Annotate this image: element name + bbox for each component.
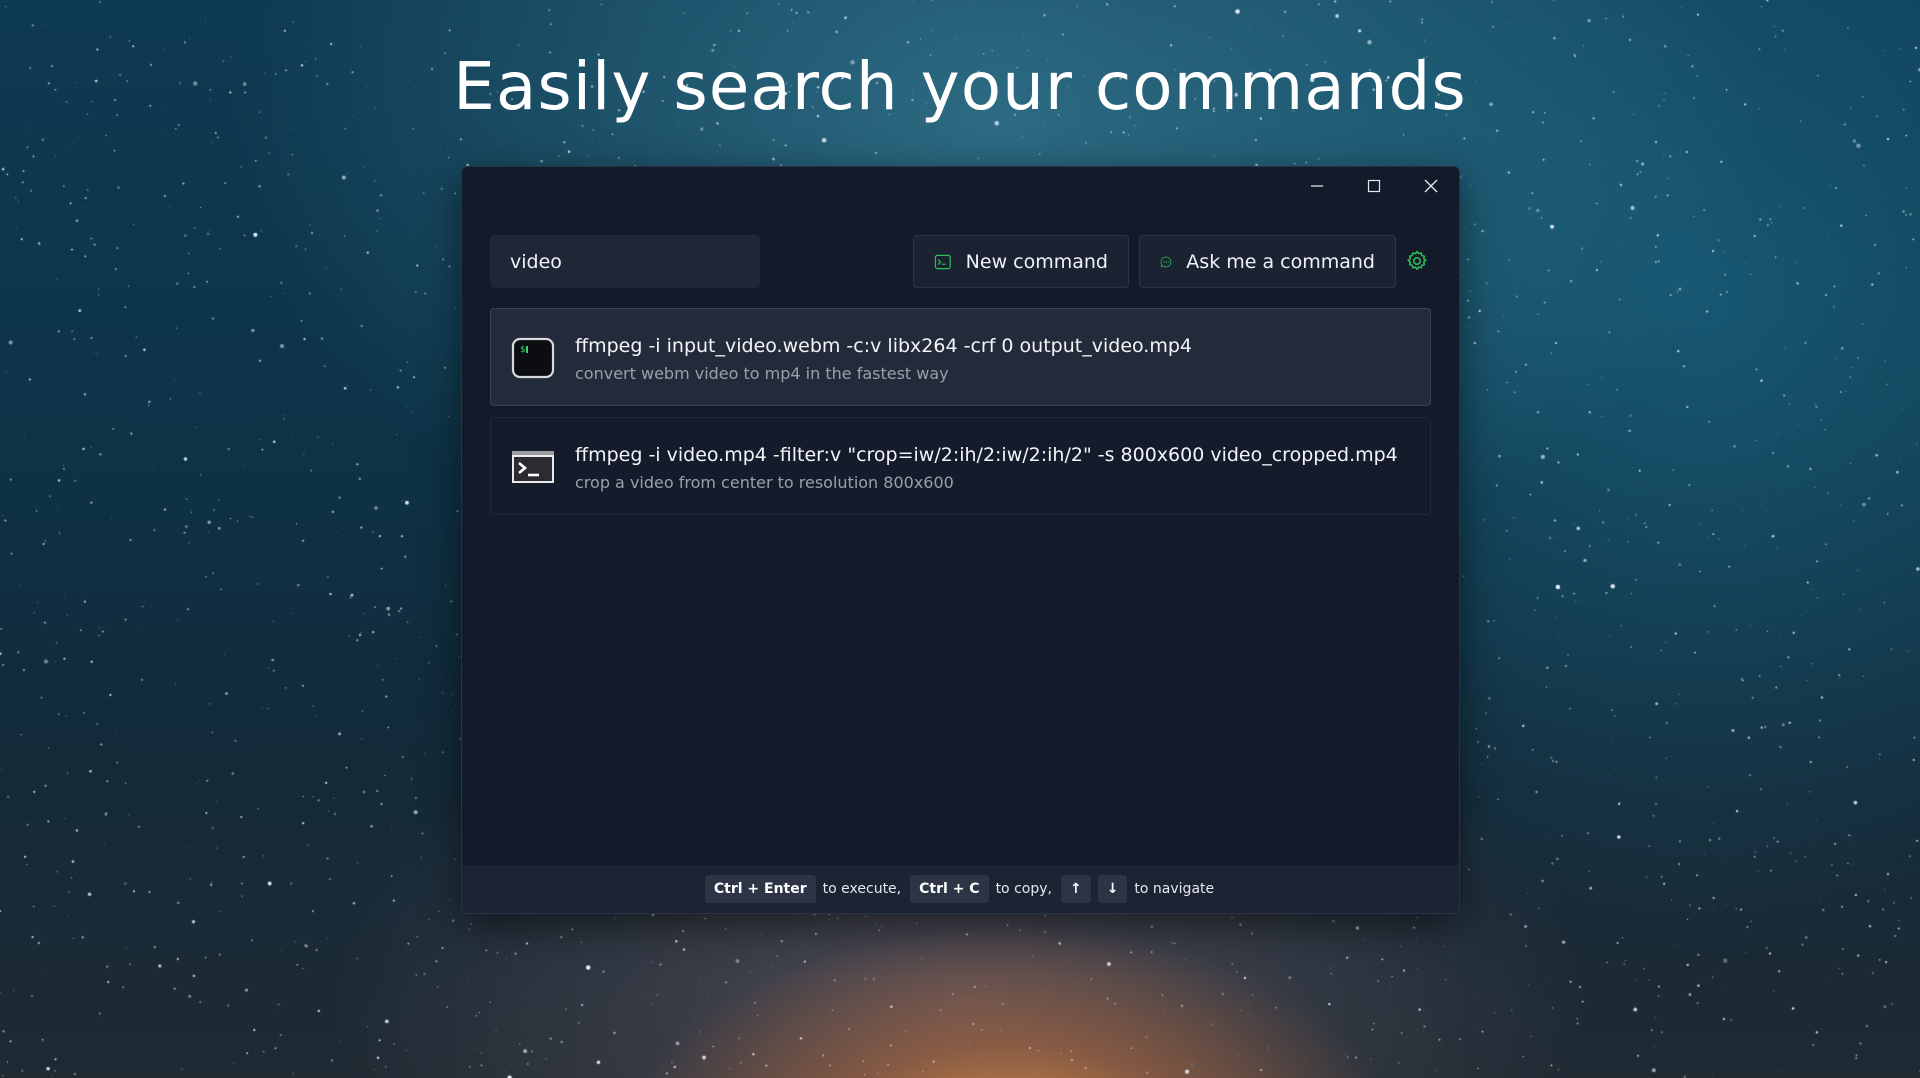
chat-bubble-icon [1160,256,1172,267]
maximize-button[interactable] [1345,167,1402,205]
maximize-icon [1367,179,1380,193]
command-description: convert webm video to mp4 in the fastest… [575,364,949,383]
minimize-icon [1310,185,1323,187]
terminal-icon [934,254,951,269]
search-input[interactable] [490,235,760,288]
ask-command-button[interactable]: Ask me a command [1139,235,1396,288]
ask-command-label: Ask me a command [1186,250,1375,273]
navigate-hint-text: to navigate [1134,881,1215,897]
page-headline: Easily search your commands [453,48,1467,125]
minimize-button[interactable] [1288,167,1345,205]
copy-key-hint: Ctrl + C [910,875,989,903]
command-text: ffmpeg -i input_video.webm -c:v libx264 … [575,335,1192,357]
list-item[interactable]: ffmpeg -i video.mp4 -filter:v "crop=iw/2… [490,417,1431,515]
close-button[interactable] [1402,167,1459,205]
app-window: New command Ask me a command $ ffmpeg -i… [461,166,1460,914]
results-list: $ ffmpeg -i input_video.webm -c:v libx26… [490,308,1431,526]
execute-key-hint: Ctrl + Enter [704,875,816,903]
svg-text:$: $ [520,345,525,355]
copy-hint-text: to copy, [995,881,1052,897]
list-item[interactable]: $ ffmpeg -i input_video.webm -c:v libx26… [490,308,1431,406]
new-command-button[interactable]: New command [913,235,1129,288]
command-text: ffmpeg -i video.mp4 -filter:v "crop=iw/2… [575,444,1398,466]
new-command-label: New command [965,250,1108,273]
gear-icon[interactable] [1405,249,1429,273]
terminal-prompt-icon [512,451,554,483]
toolbar: New command Ask me a command [490,235,1431,288]
shortcut-hints-bar: Ctrl + Enter to execute, Ctrl + C to cop… [462,865,1459,913]
close-icon [1424,179,1437,193]
titlebar [1288,167,1459,205]
execute-hint-text: to execute, [822,881,902,897]
command-description: crop a video from center to resolution 8… [575,473,954,492]
down-key-hint: ↓ [1097,875,1128,903]
terminal-app-icon: $ [511,337,555,379]
up-key-hint: ↑ [1060,875,1091,903]
